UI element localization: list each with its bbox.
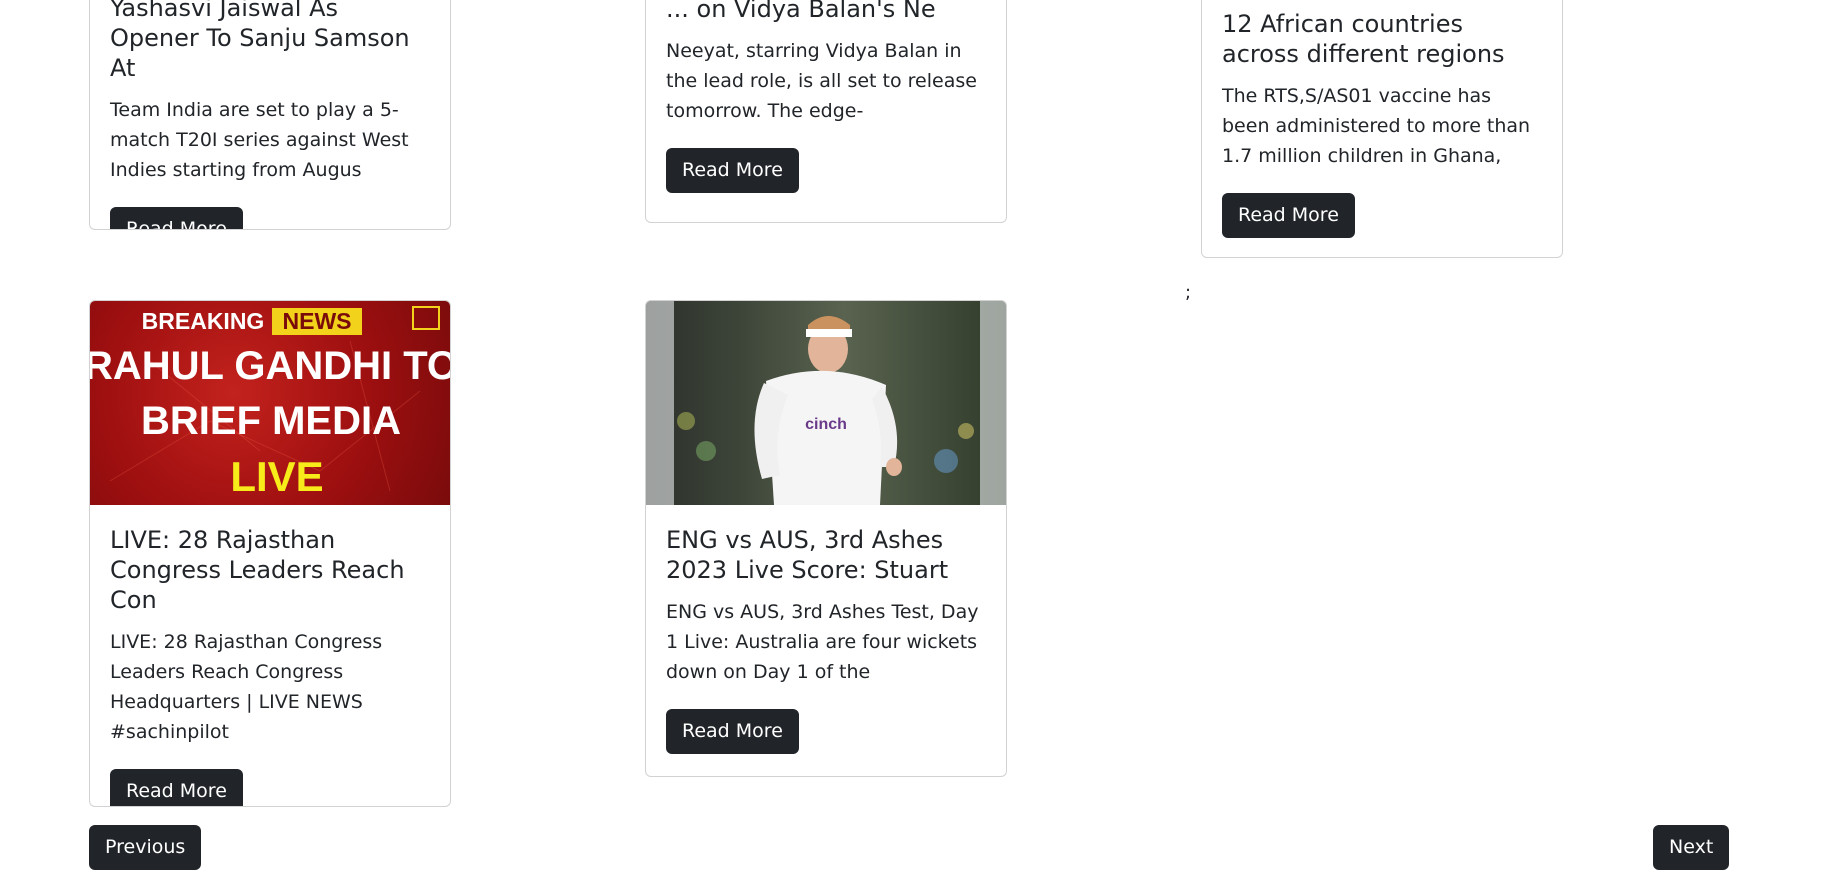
news-card: BREAKING NEWS RAHUL GANDHI TO BRIEF MEDI… [89,300,451,807]
news-badge-label: NEWS [283,308,352,334]
breaking-label: BREAKING [142,308,265,334]
news-thumbnail[interactable]: BREAKING NEWS RAHUL GANDHI TO BRIEF MEDI… [90,301,450,505]
card-title: ENG vs AUS, 3rd Ashes 2023 Live Score: S… [666,526,949,584]
news-card: ... on Vidya Balan's Ne Neeyat, starring… [645,0,1007,223]
read-more-button[interactable]: Read More [666,148,799,193]
stray-text: ; [1185,282,1192,303]
news-card: cinch ENG vs AUS, 3rd Ashes 2023 Live Sc… [645,300,1007,777]
card-text: Team India are set to play a 5-match T20… [110,99,409,181]
next-button[interactable]: Next [1653,825,1730,870]
read-more-button[interactable]: Read More [110,769,243,806]
read-more-button[interactable]: Read More [1222,193,1355,238]
news-card: Yashasvi Jaiswal As Opener To Sanju Sams… [89,0,451,230]
card-title: LIVE: 28 Rajasthan Congress Leaders Reac… [110,526,405,614]
cricketer-photo-graphic: cinch [646,301,1006,505]
card-title: 12 African countries across different re… [1222,10,1505,68]
previous-button[interactable]: Previous [89,825,202,870]
breaking-news-graphic: BREAKING NEWS RAHUL GANDHI TO BRIEF MEDI… [90,306,450,500]
card-title: Yashasvi Jaiswal As Opener To Sanju Sams… [110,0,410,82]
card-title: ... on Vidya Balan's Ne [666,0,936,23]
headline-line3: LIVE [230,453,323,500]
card-text: The RTS,S/AS01 vaccine has been administ… [1222,85,1531,167]
read-more-button[interactable]: Read More [666,709,799,754]
read-more-button[interactable]: Read More [110,207,243,229]
headline-line1: RAHUL GANDHI TO [90,344,450,388]
headline-line2: BRIEF MEDIA [141,399,401,443]
news-card: 12 African countries across different re… [1201,0,1563,258]
card-text: LIVE: 28 Rajasthan Congress Leaders Reac… [110,631,383,743]
channel-logo-icon [412,306,440,330]
card-text: ENG vs AUS, 3rd Ashes Test, Day 1 Live: … [666,601,979,683]
card-text: Neeyat, starring Vidya Balan in the lead… [666,40,977,122]
jersey-sponsor: cinch [805,416,847,433]
cricket-thumbnail[interactable]: cinch [646,301,1006,505]
